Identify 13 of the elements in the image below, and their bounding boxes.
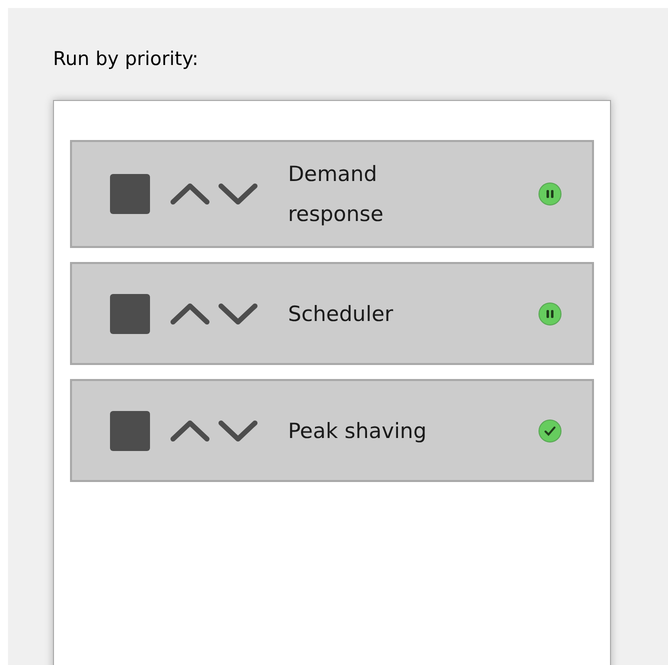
move-up-icon[interactable]	[170, 418, 210, 442]
priority-row[interactable]: Scheduler	[70, 262, 594, 365]
priority-row[interactable]: Peak shaving	[70, 379, 594, 482]
move-down-icon[interactable]	[218, 182, 258, 206]
move-down-icon[interactable]	[218, 302, 258, 326]
move-up-icon[interactable]	[170, 182, 210, 206]
priority-row[interactable]: Demand response	[70, 140, 594, 248]
move-up-icon[interactable]	[170, 302, 210, 326]
task-name: Peak shaving	[288, 418, 428, 444]
section-label: Run by priority:	[53, 50, 200, 72]
task-name: Demand response	[288, 161, 384, 228]
task-name: Scheduler	[288, 300, 394, 328]
move-down-icon[interactable]	[218, 418, 258, 442]
